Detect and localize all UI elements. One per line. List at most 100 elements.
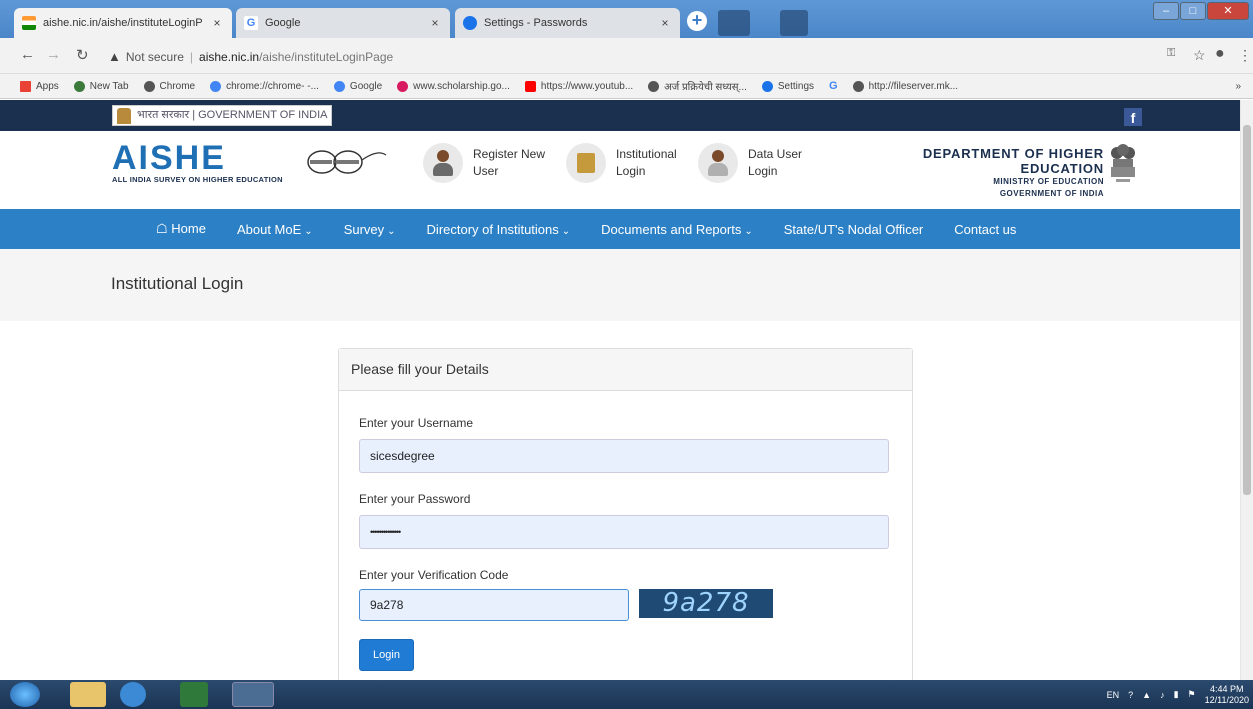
- bookmark-scholarship[interactable]: www.scholarship.go...: [397, 80, 510, 92]
- login-button[interactable]: Login: [359, 639, 414, 671]
- nav-label: Directory of Institutions: [426, 221, 559, 237]
- link-line2: User: [473, 164, 499, 178]
- captcha-label: Enter your Verification Code: [359, 568, 509, 582]
- network-icon[interactable]: ▮: [1174, 689, 1179, 700]
- page-content: भारत सरकार | GOVERNMENT OF INDIA f AISHE…: [0, 100, 1240, 680]
- username-field[interactable]: sicesdegree: [359, 439, 889, 473]
- aishe-logo[interactable]: AISHE ALL INDIA SURVEY ON HIGHER EDUCATI…: [112, 141, 283, 184]
- bookmark-new-tab[interactable]: New Tab: [73, 80, 129, 92]
- nav-directory[interactable]: Directory of Institutions ⌄: [427, 222, 571, 237]
- star-icon[interactable]: ☆: [1193, 47, 1206, 64]
- nav-home[interactable]: ☖ Home: [156, 221, 206, 237]
- facebook-icon[interactable]: f: [1124, 108, 1142, 126]
- bookmark-google[interactable]: Google: [333, 80, 382, 92]
- reload-icon[interactable]: ↻: [76, 46, 89, 64]
- panel-heading: Please fill your Details: [339, 349, 912, 391]
- gear-icon: [761, 80, 773, 92]
- bookmark-settings[interactable]: Settings: [761, 80, 814, 92]
- link-line1: Register New: [473, 147, 546, 161]
- windows-taskbar: EN ? ▲ ♪ ▮ ⚑ 4:44 PM 12/11/2020: [0, 680, 1253, 709]
- department-logo[interactable]: DEPARTMENT OF HIGHER EDUCATION MINISTRY …: [874, 146, 1104, 200]
- more-bookmarks-icon[interactable]: »: [1235, 81, 1241, 92]
- data-user-icon: [698, 143, 738, 183]
- captcha-image: 9a278: [639, 589, 773, 618]
- nav-label: About MoE: [236, 221, 302, 237]
- url-path: /aishe/instituteLoginPage: [259, 50, 394, 64]
- nav-documents-reports[interactable]: Documents and Reports ⌄: [601, 222, 753, 237]
- menu-icon[interactable]: ⋮: [1238, 47, 1252, 64]
- scrollbar-thumb[interactable]: [1243, 125, 1251, 495]
- maximize-icon[interactable]: □: [1180, 2, 1206, 20]
- nav-label: Home: [171, 221, 206, 236]
- close-icon[interactable]: ×: [210, 16, 224, 30]
- logo-title: AISHE: [112, 139, 226, 177]
- page-scrollbar[interactable]: [1240, 100, 1253, 680]
- bookmark-label: अर्ज प्रक्रियेची सध्यस्...: [664, 82, 747, 93]
- background-window: [718, 10, 750, 36]
- password-label: Enter your Password: [359, 492, 471, 506]
- bookmark-apps[interactable]: Apps: [20, 80, 59, 92]
- clock[interactable]: 4:44 PM 12/11/2020: [1205, 684, 1249, 706]
- user-add-icon: [423, 143, 463, 183]
- close-icon[interactable]: ×: [658, 16, 672, 30]
- new-tab-button[interactable]: +: [687, 11, 707, 31]
- nav-contact-us[interactable]: Contact us: [954, 222, 1016, 237]
- warning-icon[interactable]: ▲: [108, 46, 121, 68]
- address-bar[interactable]: ▲ Not secure | aishe.nic.in /aishe/insti…: [108, 46, 1133, 68]
- start-button-icon[interactable]: [10, 682, 40, 707]
- link-line2: Login: [748, 164, 778, 178]
- key-icon[interactable]: ⚿: [1167, 47, 1175, 60]
- swayam-logo-icon: [307, 150, 387, 174]
- institutional-login-link[interactable]: Institutional Login: [566, 143, 677, 183]
- language-indicator[interactable]: EN: [1107, 690, 1120, 700]
- site-header: AISHE ALL INDIA SURVEY ON HIGHER EDUCATI…: [0, 131, 1240, 209]
- youtube-icon: [524, 80, 536, 92]
- bookmark-chrome[interactable]: Chrome: [143, 80, 195, 92]
- back-icon[interactable]: ←: [20, 46, 35, 63]
- close-icon[interactable]: ×: [428, 16, 442, 30]
- government-name: GOVERNMENT OF INDIA: [999, 189, 1104, 198]
- bookmark-marathi[interactable]: अर्ज प्रक्रियेची सध्यस्...: [648, 79, 747, 93]
- bookmark-label: http://fileserver.mk...: [868, 80, 959, 92]
- google-icon: [333, 80, 345, 92]
- internet-explorer-icon[interactable]: [120, 682, 146, 707]
- tab-title: Settings - Passwords: [484, 17, 588, 29]
- tab-google[interactable]: G Google ×: [236, 8, 450, 38]
- speaker-icon[interactable]: ♪: [1160, 690, 1165, 700]
- data-user-login-link[interactable]: Data User Login: [698, 143, 802, 183]
- verification-code-field[interactable]: 9a278: [359, 589, 629, 621]
- gear-icon: [463, 16, 477, 30]
- show-hidden-icons[interactable]: ▲: [1142, 690, 1151, 700]
- date: 12/11/2020: [1204, 694, 1249, 705]
- government-label: भारत सरकार | GOVERNMENT OF INDIA: [112, 105, 333, 126]
- bookmark-fileserver[interactable]: http://fileserver.mk...: [852, 80, 959, 92]
- nav-nodal-officer[interactable]: State/UT's Nodal Officer: [784, 222, 924, 237]
- password-field[interactable]: ••••••••••••••: [359, 515, 889, 549]
- profile-icon[interactable]: ●: [1215, 45, 1225, 63]
- background-window: [780, 10, 808, 36]
- nav-survey[interactable]: Survey ⌄: [344, 222, 396, 237]
- file-explorer-icon[interactable]: [70, 682, 106, 707]
- help-icon[interactable]: ?: [1128, 690, 1133, 700]
- bookmark-chrome-url[interactable]: chrome://chrome- -...: [210, 80, 319, 92]
- google-icon: G: [829, 80, 838, 92]
- browser-tab-strip: aishe.nic.in/aishe/instituteLoginP × G G…: [0, 0, 1253, 38]
- government-bar: भारत सरकार | GOVERNMENT OF INDIA f: [0, 100, 1240, 131]
- register-new-user-link[interactable]: Register New User: [423, 143, 545, 183]
- tab-settings-passwords[interactable]: Settings - Passwords ×: [455, 8, 680, 38]
- chrome-taskbar-icon[interactable]: [232, 682, 274, 707]
- excel-icon[interactable]: [180, 682, 208, 707]
- apps-grid-icon: [20, 80, 31, 92]
- forward-icon[interactable]: →: [46, 46, 61, 63]
- bookmark-youtube[interactable]: https://www.youtub...: [524, 80, 634, 92]
- flag-icon[interactable]: ⚑: [1188, 689, 1196, 700]
- nav-about-moe[interactable]: About MoE ⌄: [237, 222, 313, 237]
- bookmark-google-2[interactable]: G: [829, 80, 838, 92]
- bookmark-label: https://www.youtub...: [540, 80, 634, 92]
- minimize-icon[interactable]: –: [1153, 2, 1179, 20]
- scholarship-icon: [397, 80, 409, 92]
- chevron-down-icon: ⌄: [561, 225, 571, 237]
- username-label: Enter your Username: [359, 416, 474, 430]
- close-window-icon[interactable]: ✕: [1207, 2, 1249, 20]
- tab-aishe[interactable]: aishe.nic.in/aishe/instituteLoginP ×: [14, 8, 232, 38]
